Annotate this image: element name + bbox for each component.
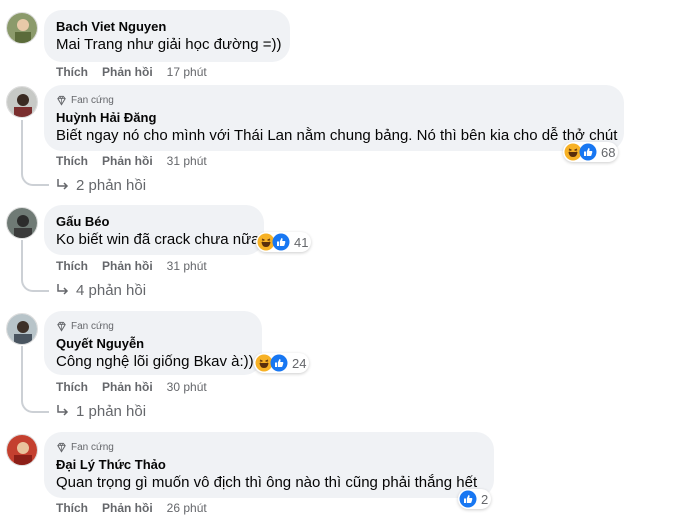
reply-button[interactable]: Phản hồi [102,154,153,168]
reaction-summary[interactable]: 41 [256,232,312,252]
avatar[interactable] [6,207,38,239]
like-button[interactable]: Thích [56,65,88,79]
reaction-count: 2 [481,491,489,507]
comment-author[interactable]: Huỳnh Hải Đăng [56,109,612,126]
like-reaction-icon [270,354,288,372]
reaction-summary[interactable]: 24 [254,353,310,373]
comment-text: Công nghệ lõi giống Bkav à:)) [56,353,254,370]
thread-line [21,346,23,400]
reaction-count: 68 [601,144,616,160]
fan-badge: Fan cứng [56,319,250,333]
thread-curve [21,172,49,186]
avatar[interactable] [6,434,38,466]
reply-arrow-icon [57,405,69,416]
reply-button[interactable]: Phản hồi [102,501,153,515]
like-button[interactable]: Thích [56,259,88,273]
thread-line [21,120,23,174]
comment-time[interactable]: 17 phút [167,65,207,79]
thread-curve [21,399,49,413]
reaction-count: 24 [292,355,307,371]
comment-bubble: Fan cứng Quyết Nguyễn Công nghệ lõi giốn… [44,311,262,375]
thread-line [21,240,23,280]
comment-text-body: như giải học đường =)) [122,36,282,53]
like-button[interactable]: Thích [56,380,88,394]
comment-text: Quan trọng gì muốn vô địch thì ông nào t… [56,474,478,491]
comment-time[interactable]: 31 phút [167,259,207,273]
diamond-icon [57,321,66,332]
reaction-count: 41 [294,234,309,250]
comment-bubble: Fan cứng Huỳnh Hải Đăng Biết ngay nó cho… [44,85,624,151]
comment-text: Mai Trang như giải học đường =)) [56,35,281,55]
comment-author[interactable]: Bach Viet Nguyen [56,18,278,35]
avatar[interactable] [6,86,38,118]
comment-time[interactable]: 30 phút [167,380,207,394]
like-reaction-icon [459,490,477,508]
reply-button[interactable]: Phản hồi [102,380,153,394]
diamond-icon [57,442,66,453]
replies-count: 1 phản hồi [76,402,147,420]
reply-button[interactable]: Phản hồi [102,259,153,273]
like-reaction-icon [272,233,290,251]
like-button[interactable]: Thích [56,501,88,515]
fan-label: Fan cứng [71,441,114,453]
reaction-summary[interactable]: 2 [458,489,492,509]
like-button[interactable]: Thích [56,154,88,168]
replies-count: 2 phản hồi [76,176,147,194]
reply-button[interactable]: Phản hồi [102,65,153,79]
mention-link[interactable]: Mai Trang [56,36,123,53]
fan-badge: Fan cứng [56,440,482,454]
diamond-icon [57,95,66,106]
comment-actions: Thích Phản hồi 30 phút [56,379,207,395]
comment-author[interactable]: Quyết Nguyễn [56,335,250,352]
view-replies-link[interactable]: 4 phản hồi [56,280,146,300]
fan-label: Fan cứng [71,94,114,106]
thread-curve [21,278,49,292]
reaction-summary[interactable]: 68 [563,142,619,162]
reply-arrow-icon [57,284,69,295]
replies-count: 4 phản hồi [76,281,147,299]
comment-bubble: Fan cứng Đại Lý Thức Thảo Quan trọng gì … [44,432,494,498]
comment-bubble: Bach Viet Nguyen Mai Trang như giải học … [44,10,290,62]
comment-actions: Thích Phản hồi 26 phút [56,500,207,516]
comment-bubble: Gấu Béo Ko biết win đã crack chưa nữa [44,205,264,255]
comment-text: Ko biết win đã crack chưa nữa [56,231,260,248]
fan-badge: Fan cứng [56,93,612,107]
comment-actions: Thích Phản hồi 17 phút [56,64,207,80]
reply-arrow-icon [57,179,69,190]
fan-label: Fan cứng [71,320,114,332]
view-replies-link[interactable]: 1 phản hồi [56,401,146,421]
view-replies-link[interactable]: 2 phản hồi [56,175,146,195]
comment-time[interactable]: 31 phút [167,154,207,168]
comment-actions: Thích Phản hồi 31 phút [56,153,207,169]
comment-time[interactable]: 26 phút [167,501,207,515]
avatar[interactable] [6,313,38,345]
comment-author[interactable]: Đại Lý Thức Thảo [56,456,482,473]
like-reaction-icon [579,143,597,161]
avatar[interactable] [6,12,38,44]
comment-author[interactable]: Gấu Béo [56,213,252,230]
comment-actions: Thích Phản hồi 31 phút [56,258,207,274]
comment-text: Biết ngay nó cho mình với Thái Lan nằm c… [56,127,618,144]
